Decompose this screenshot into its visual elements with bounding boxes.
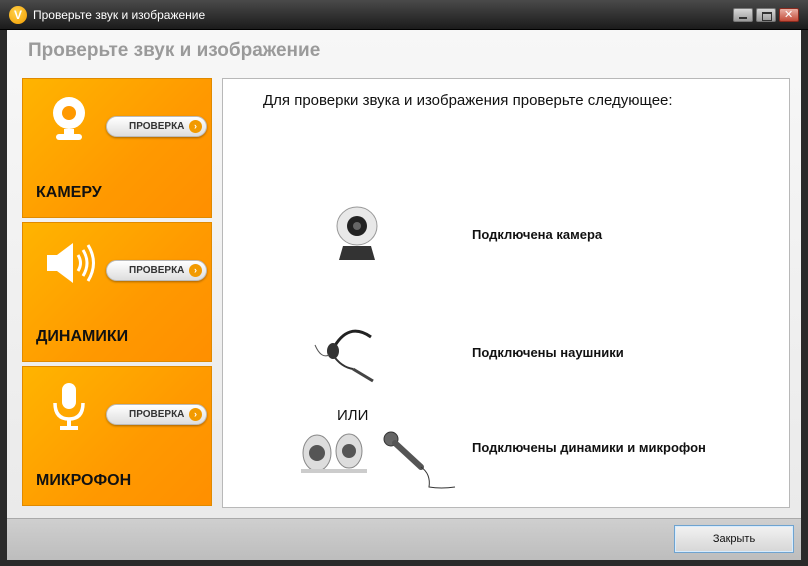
speakers-image	[301, 433, 367, 473]
close-window-button[interactable]	[779, 8, 799, 22]
footer-bar: Закрыть	[7, 518, 801, 560]
instructions-text: Для проверки звука и изображения проверь…	[263, 92, 673, 109]
camera-tile: ПРОВЕРКА › КАМЕРУ	[22, 78, 212, 218]
microphone-label: МИКРОФОН	[36, 472, 132, 489]
webcam-image	[336, 206, 378, 260]
camera-check-label: ПРОВЕРКА	[129, 121, 185, 132]
chevron-right-icon: ›	[189, 408, 202, 421]
microphone-tile: ПРОВЕРКА › МИКРОФОН	[22, 366, 212, 506]
microphone-image	[383, 431, 456, 489]
headphones-requirement: Подключены наушники	[472, 345, 624, 360]
microphone-check-label: ПРОВЕРКА	[129, 409, 185, 420]
headset-image	[314, 329, 374, 383]
chevron-right-icon: ›	[189, 120, 202, 133]
close-button[interactable]: Закрыть	[674, 525, 794, 553]
microphone-check-button[interactable]: ПРОВЕРКА ›	[106, 404, 207, 425]
requirements-panel: Для проверки звука и изображения проверь…	[222, 78, 790, 508]
camera-requirement: Подключена камера	[472, 227, 603, 242]
title-bar: V Проверьте звук и изображение	[0, 0, 808, 30]
dialog-body: Проверьте звук и изображение ПРОВЕРКА › …	[7, 30, 801, 560]
camera-label: КАМЕРУ	[36, 184, 102, 201]
microphone-icon	[53, 383, 85, 430]
chevron-right-icon: ›	[189, 264, 202, 277]
minimize-button[interactable]	[733, 8, 753, 22]
speaker-icon	[47, 243, 95, 283]
speakers-tile: ПРОВЕРКА › ДИНАМИКИ	[22, 222, 212, 362]
page-title: Проверьте звук и изображение	[28, 40, 321, 61]
speakers-check-label: ПРОВЕРКА	[129, 265, 185, 276]
speakers-mic-requirement: Подключены динамики и микрофон	[472, 440, 706, 455]
or-text: ИЛИ	[337, 407, 369, 424]
speakers-label: ДИНАМИКИ	[36, 328, 129, 345]
app-logo-icon: V	[9, 6, 27, 24]
speakers-check-button[interactable]: ПРОВЕРКА ›	[106, 260, 207, 281]
camera-check-button[interactable]: ПРОВЕРКА ›	[106, 116, 207, 137]
maximize-button[interactable]	[756, 8, 776, 22]
window-title: Проверьте звук и изображение	[33, 8, 206, 22]
webcam-icon	[53, 97, 85, 140]
